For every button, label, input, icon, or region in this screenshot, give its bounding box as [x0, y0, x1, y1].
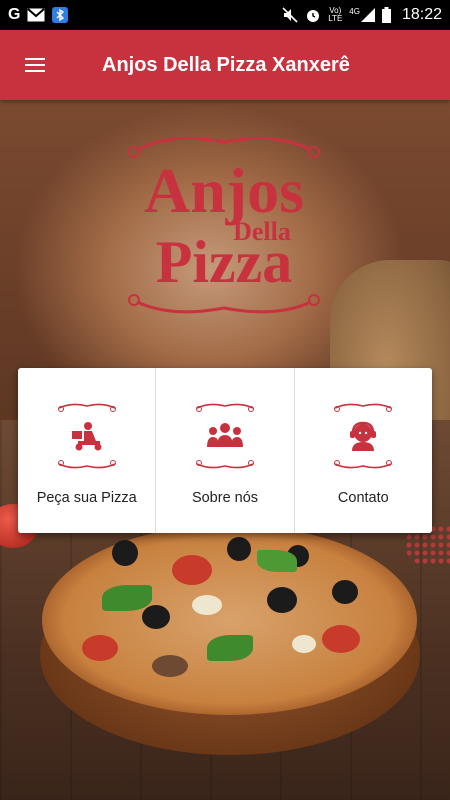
anjos-della-pizza-logo: Anjos Della Pizza — [128, 136, 320, 314]
main-menu-card: Peça sua Pizza Sobre nós Contato — [18, 368, 432, 533]
ornament-bottom-icon — [57, 460, 116, 469]
volte-icon: Vo) LTE — [328, 7, 342, 23]
team-icon — [203, 416, 247, 456]
hamburger-menu-icon — [25, 58, 45, 72]
app-title: Anjos Della Pizza Xanxerê — [102, 53, 350, 76]
menu-item-contact[interactable]: Contato — [295, 368, 432, 533]
google-icon: G — [8, 6, 21, 23]
gmail-icon — [27, 8, 46, 22]
status-bar: G Vo) LTE 4G 18:22 — [0, 0, 450, 30]
volte-bottom: LTE — [328, 14, 343, 23]
pizza-image — [42, 525, 417, 715]
signal-label: 4G — [349, 7, 360, 16]
menu-item-label: Contato — [337, 490, 389, 506]
logo-text-anjos: Anjos — [144, 155, 304, 226]
headset-operator-icon — [341, 416, 385, 456]
ornament-bottom-icon — [334, 460, 393, 469]
mute-icon — [282, 7, 298, 23]
ornament-top-icon — [57, 403, 116, 412]
menu-item-order-pizza[interactable]: Peça sua Pizza — [18, 368, 157, 533]
status-time: 18:22 — [401, 6, 442, 23]
app-bar: Anjos Della Pizza Xanxerê — [0, 30, 450, 100]
signal-icon: 4G — [349, 8, 375, 22]
menu-item-label: Peça sua Pizza — [36, 490, 137, 506]
ornament-bottom-icon — [195, 460, 254, 469]
ornament-top-icon — [334, 403, 393, 412]
ornament-top-icon — [195, 403, 254, 412]
alarm-icon — [305, 7, 321, 23]
menu-item-label: Sobre nós — [191, 490, 259, 506]
battery-icon — [381, 7, 391, 23]
menu-item-about-us[interactable]: Sobre nós — [156, 368, 295, 533]
delivery-scooter-icon — [65, 416, 109, 456]
bluetooth-app-icon — [52, 7, 69, 23]
logo-text-pizza: Pizza — [156, 229, 293, 295]
menu-button[interactable] — [0, 30, 70, 100]
